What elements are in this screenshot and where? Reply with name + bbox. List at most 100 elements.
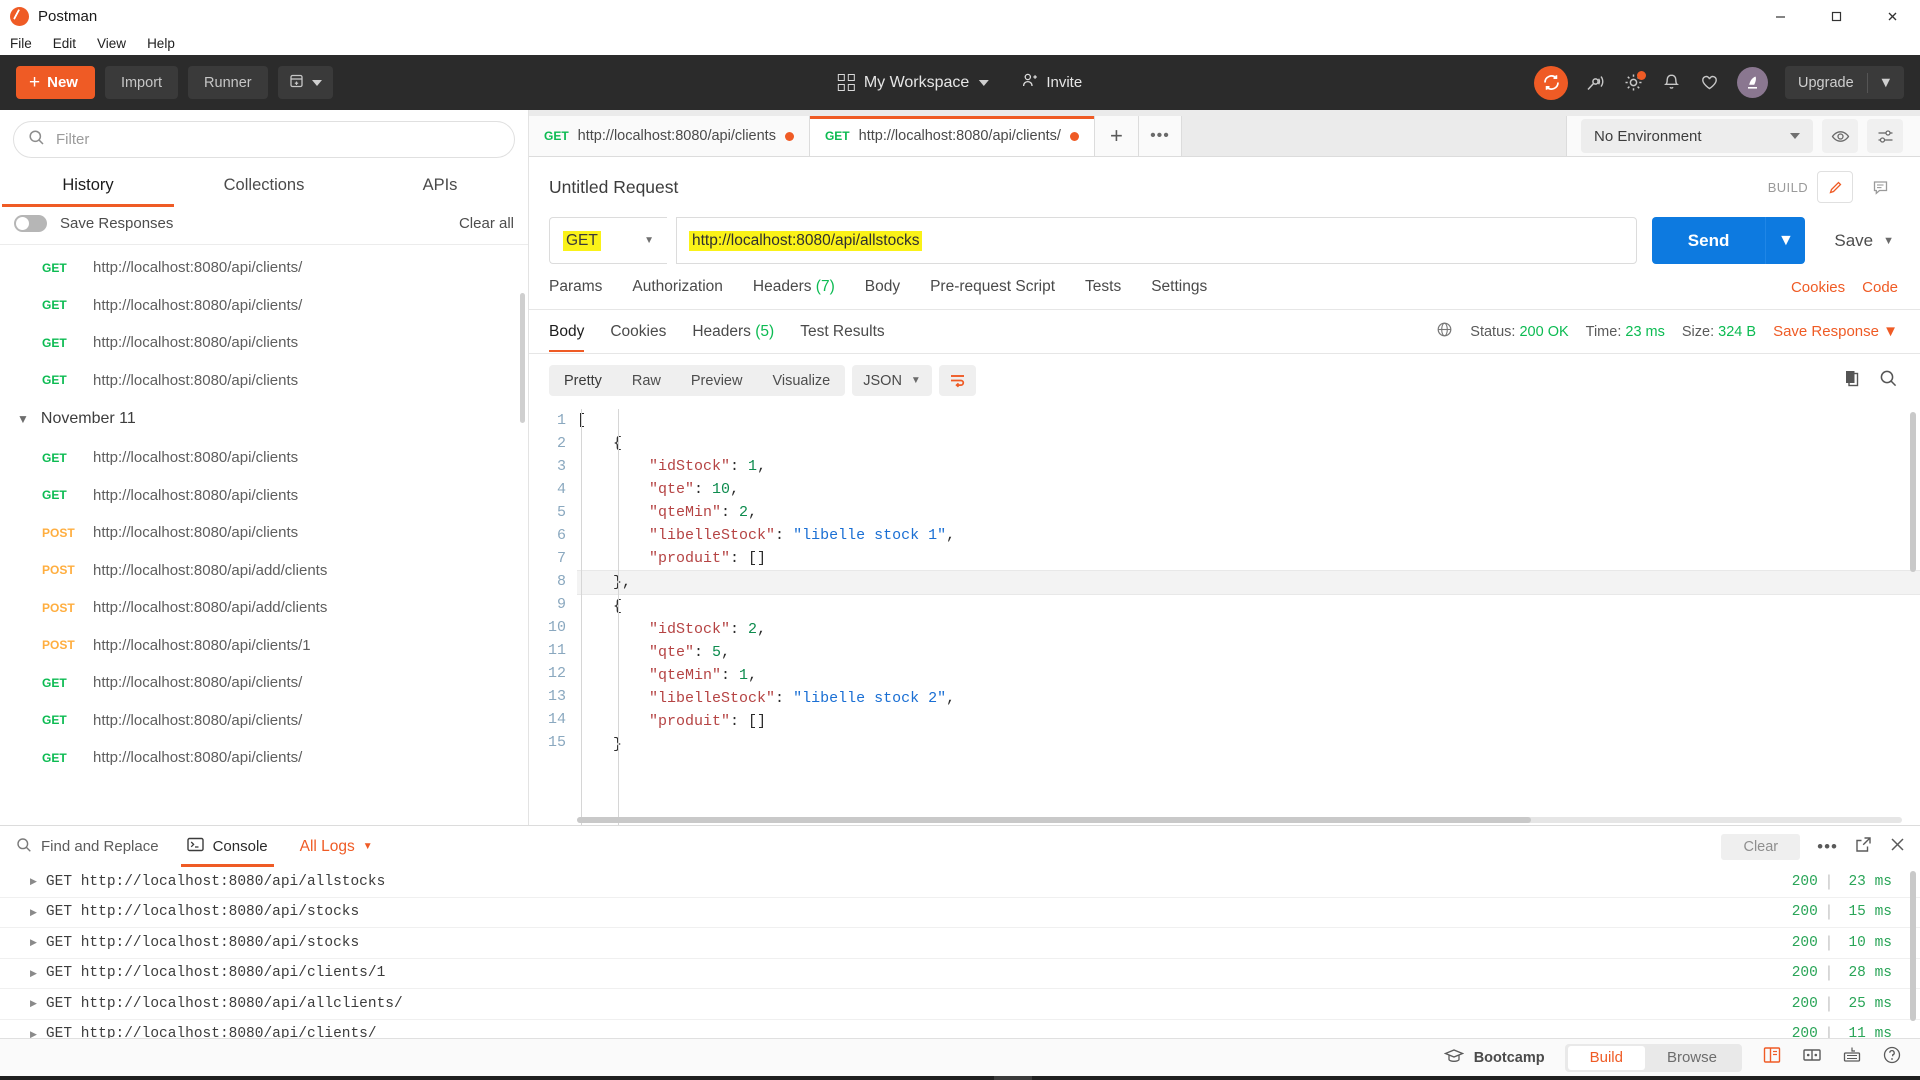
response-format-select[interactable]: JSON ▼ — [852, 365, 932, 396]
save-button[interactable]: Save — [1824, 231, 1883, 251]
upgrade-button[interactable]: Upgrade ▼ — [1785, 66, 1904, 99]
settings-gear-icon[interactable] — [1623, 71, 1647, 93]
response-tab-test-results[interactable]: Test Results — [800, 323, 884, 352]
maximize-button[interactable] — [1808, 0, 1864, 32]
sidebar-scrollbar[interactable] — [520, 293, 525, 423]
utorrent-icon[interactable]: µ — [386, 1076, 424, 1080]
sidebar-tab-history[interactable]: History — [0, 167, 176, 207]
start-button-icon[interactable] — [6, 1076, 44, 1080]
send-options-button[interactable]: ▼ — [1765, 217, 1806, 264]
history-item[interactable]: GET http://localhost:8080/api/clients/ — [0, 287, 528, 325]
notepad-icon[interactable] — [576, 1076, 614, 1080]
tab-options-button[interactable]: ••• — [1138, 116, 1181, 156]
view-mode-preview[interactable]: Preview — [676, 373, 758, 389]
send-button[interactable]: Send — [1651, 217, 1766, 264]
document-app-icon[interactable] — [462, 1076, 500, 1080]
import-button[interactable]: Import — [104, 66, 179, 99]
tab-pre-request-script[interactable]: Pre-request Script — [930, 278, 1055, 309]
save-responses-toggle[interactable] — [14, 215, 47, 232]
wamp-icon[interactable] — [196, 1076, 234, 1080]
console-log-row[interactable]: ▶ GET http://localhost:8080/api/clients/1… — [0, 959, 1920, 989]
file-explorer-icon[interactable] — [842, 1076, 880, 1080]
bootcamp-button[interactable]: Bootcamp — [1443, 1048, 1545, 1068]
runner-button[interactable]: Runner — [188, 66, 268, 99]
history-item[interactable]: POST http://localhost:8080/api/clients — [0, 514, 528, 552]
recorder-icon[interactable] — [728, 1076, 766, 1080]
search-icon[interactable] — [1879, 369, 1898, 393]
response-tab-headers[interactable]: Headers (5) — [692, 323, 774, 352]
spring-tool-suite-icon[interactable] — [918, 1076, 956, 1080]
vmware-icon[interactable] — [538, 1076, 576, 1080]
code-link[interactable]: Code — [1862, 279, 1898, 296]
minimize-button[interactable] — [1752, 0, 1808, 32]
snipping-tool-icon[interactable] — [614, 1076, 652, 1080]
http-method-select[interactable]: GET ▼ — [549, 217, 667, 264]
more-options-icon[interactable]: ••• — [1817, 837, 1838, 857]
split-pane-icon[interactable] — [1802, 1045, 1822, 1070]
tab-authorization[interactable]: Authorization — [632, 278, 722, 309]
filter-box[interactable] — [13, 121, 515, 158]
tab-headers[interactable]: Headers (7) — [753, 278, 835, 309]
environment-quick-look-button[interactable] — [1822, 119, 1858, 153]
build-option[interactable]: Build — [1567, 1045, 1645, 1070]
chevron-down-icon[interactable]: ▼ — [1868, 75, 1904, 91]
view-mode-visualize[interactable]: Visualize — [757, 373, 845, 389]
menu-help[interactable]: Help — [145, 36, 177, 51]
console-log-row[interactable]: ▶ GET http://localhost:8080/api/allclient… — [0, 989, 1920, 1020]
calculator-icon[interactable] — [652, 1076, 690, 1080]
request-name[interactable]: Untitled Request — [549, 177, 678, 198]
chevron-right-icon[interactable]: ▶ — [30, 998, 37, 1009]
premiere-pro-icon[interactable]: Pr — [310, 1076, 348, 1080]
url-input[interactable]: http://localhost:8080/api/allstocks — [676, 217, 1637, 264]
edit-pencil-icon[interactable] — [1817, 171, 1853, 203]
visual-studio-icon[interactable] — [120, 1076, 158, 1080]
chevron-right-icon[interactable]: ▶ — [30, 876, 37, 887]
sidebar-tab-apis[interactable]: APIs — [352, 167, 528, 207]
postman-taskbar-icon[interactable] — [994, 1076, 1032, 1080]
console-log-list[interactable]: ▶ GET http://localhost:8080/api/allstocks… — [0, 867, 1920, 1038]
history-item[interactable]: GET http://localhost:8080/api/clients/ — [0, 702, 528, 740]
sublime-text-icon[interactable] — [804, 1076, 842, 1080]
console-log-row[interactable]: ▶ GET http://localhost:8080/api/stocks 200… — [0, 928, 1920, 959]
skype-icon[interactable]: S — [348, 1076, 386, 1080]
invite-button[interactable]: Invite — [1020, 72, 1082, 93]
save-options-button[interactable]: ▼ — [1883, 235, 1898, 247]
menu-file[interactable]: File — [8, 36, 34, 51]
keyboard-shortcuts-icon[interactable] — [1842, 1045, 1862, 1070]
sidebar-tab-collections[interactable]: Collections — [176, 167, 352, 207]
chevron-right-icon[interactable]: ▶ — [30, 937, 37, 948]
console-log-row[interactable]: ▶ GET http://localhost:8080/api/clients/2… — [0, 1020, 1920, 1038]
tab-settings[interactable]: Settings — [1151, 278, 1207, 309]
filter-input[interactable] — [56, 131, 500, 148]
history-item[interactable]: GET http://localhost:8080/api/clients/ — [0, 664, 528, 702]
taskbar-search-icon[interactable] — [44, 1076, 82, 1080]
chevron-right-icon[interactable]: ▶ — [30, 968, 37, 979]
close-console-icon[interactable] — [1889, 836, 1906, 858]
view-mode-raw[interactable]: Raw — [617, 373, 676, 389]
terminal-icon[interactable] — [424, 1076, 462, 1080]
edge-icon[interactable] — [690, 1076, 728, 1080]
wrap-lines-button[interactable] — [938, 365, 976, 396]
history-item[interactable]: GET http://localhost:8080/api/clients/ — [0, 739, 528, 777]
code-vertical-scrollbar[interactable] — [1910, 412, 1916, 572]
history-item[interactable]: POST http://localhost:8080/api/add/client… — [0, 552, 528, 590]
history-item[interactable]: GET http://localhost:8080/api/clients/ — [0, 249, 528, 287]
browse-option[interactable]: Browse — [1645, 1047, 1739, 1069]
tab-body[interactable]: Body — [865, 278, 900, 309]
new-tab-button[interactable]: + — [1094, 116, 1139, 156]
environment-select[interactable]: No Environment — [1581, 119, 1813, 153]
save-response-button[interactable]: Save Response ▼ — [1773, 323, 1898, 340]
copy-icon[interactable] — [1844, 369, 1861, 392]
open-external-icon[interactable] — [1855, 836, 1872, 858]
history-item[interactable]: GET http://localhost:8080/api/clients — [0, 362, 528, 400]
cookies-link[interactable]: Cookies — [1791, 279, 1845, 296]
chevron-right-icon[interactable]: ▶ — [30, 1029, 37, 1038]
console-log-row[interactable]: ▶ GET http://localhost:8080/api/stocks 200… — [0, 898, 1920, 928]
view-mode-pretty[interactable]: Pretty — [549, 373, 617, 389]
help-icon[interactable] — [1882, 1045, 1902, 1070]
response-tab-body[interactable]: Body — [549, 323, 585, 352]
mysql-workbench-icon[interactable] — [158, 1076, 196, 1080]
find-and-replace-button[interactable]: Find and Replace — [16, 826, 173, 867]
chrome-icon[interactable] — [956, 1076, 994, 1080]
request-tab-2[interactable]: GET http://localhost:8080/api/clients/ — [809, 116, 1095, 156]
